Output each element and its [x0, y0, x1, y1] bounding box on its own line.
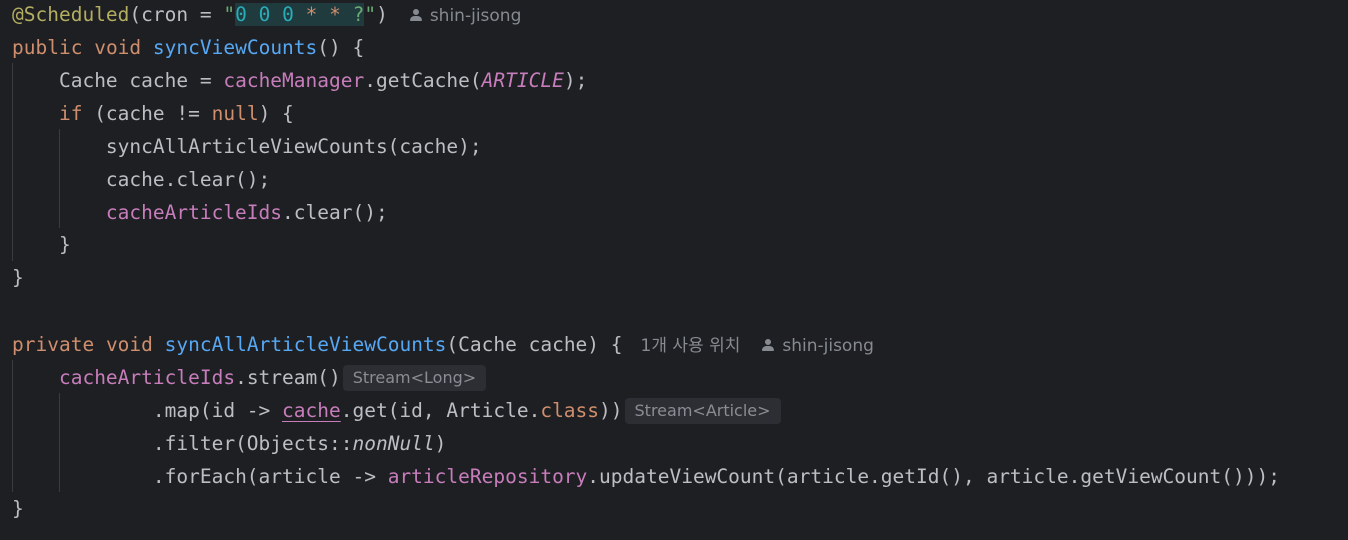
- keyword-void: void: [105, 333, 153, 356]
- code-text: ): [434, 432, 447, 455]
- code-line-2[interactable]: public void syncViewCounts() {: [12, 31, 364, 64]
- constant-article[interactable]: ARTICLE: [482, 69, 564, 92]
- cron-expression[interactable]: 0 0 0 * * ?: [235, 3, 365, 26]
- code-line-8[interactable]: }: [12, 228, 71, 261]
- code-line-4[interactable]: if (cache != null) {: [12, 97, 294, 130]
- field-article-repository[interactable]: articleRepository: [388, 465, 588, 488]
- string-quote: ": [223, 3, 236, 26]
- code-text: ) {: [258, 102, 294, 125]
- code-text: }: [12, 266, 24, 289]
- code-text: );: [563, 69, 588, 92]
- code-line-16[interactable]: }: [12, 492, 24, 525]
- cron-field: 0: [258, 3, 271, 26]
- code-text: )): [599, 399, 623, 422]
- code-text: .clear();: [282, 201, 388, 224]
- code-text: Cache cache =: [58, 69, 224, 92]
- code-text: }: [12, 497, 24, 520]
- code-text: syncAllArticleViewCounts(cache);: [105, 135, 482, 158]
- author-hint[interactable]: shin-jisong: [409, 6, 522, 26]
- code-text: (Cache cache) {: [446, 333, 623, 356]
- code-text: .stream(): [235, 366, 341, 389]
- code-text: () {: [317, 36, 365, 59]
- code-text: (cron =: [129, 3, 224, 26]
- cron-field: 0: [282, 3, 294, 26]
- code-line-5[interactable]: syncAllArticleViewCounts(cache);: [12, 130, 482, 163]
- code-editor[interactable]: @Scheduled(cron = "0 0 0 * * ?") shin-jis…: [0, 0, 1348, 540]
- keyword-if: if: [58, 102, 83, 125]
- cron-field: *: [329, 3, 341, 26]
- code-line-1[interactable]: @Scheduled(cron = "0 0 0 * * ?") shin-jis…: [12, 0, 521, 31]
- person-icon: [409, 8, 422, 22]
- string-quote: ": [364, 3, 377, 26]
- cron-field: ?: [352, 3, 365, 26]
- code-text: ): [376, 3, 388, 26]
- field-cache-manager[interactable]: cacheManager: [223, 69, 364, 92]
- method-name[interactable]: syncViewCounts: [153, 36, 317, 59]
- method-name[interactable]: syncAllArticleViewCounts: [165, 333, 447, 356]
- captured-variable-cache[interactable]: cache: [282, 399, 341, 422]
- type-hint: Stream<Long>: [342, 365, 487, 391]
- field-cache-article-ids[interactable]: cacheArticleIds: [106, 201, 282, 224]
- field-cache-article-ids[interactable]: cacheArticleIds: [59, 366, 235, 389]
- code-text: .getCache(: [364, 69, 482, 92]
- keyword-class: class: [540, 399, 600, 422]
- code-line-9[interactable]: }: [12, 261, 24, 294]
- code-line-14[interactable]: .filter(Objects::nonNull): [12, 427, 447, 460]
- code-text: .filter(Objects::: [152, 432, 353, 455]
- code-line-6[interactable]: cache.clear();: [12, 163, 270, 196]
- code-text: (cache !=: [82, 102, 212, 125]
- usages-hint[interactable]: 1개 사용 위치: [641, 336, 741, 356]
- code-text: .map(id ->: [152, 399, 283, 422]
- author-name: shin-jisong: [782, 336, 874, 356]
- code-text: .get(id, Article.: [340, 399, 541, 422]
- author-hint[interactable]: shin-jisong: [762, 336, 874, 356]
- code-line-12[interactable]: cacheArticleIds.stream() Stream<Long>: [12, 361, 487, 394]
- code-line-13[interactable]: .map(id -> cache.get(id, Article.class))…: [12, 394, 781, 427]
- method-ref-nonnull[interactable]: nonNull: [352, 432, 434, 455]
- annotation-scheduled: @Scheduled: [12, 3, 130, 26]
- keyword-private: private: [12, 333, 95, 356]
- cron-field: 0: [235, 3, 247, 26]
- code-text: .updateViewCount(article.getId(), articl…: [587, 465, 1280, 488]
- code-text: .forEach(article ->: [152, 465, 388, 488]
- keyword-null: null: [211, 102, 259, 125]
- type-hint: Stream<Article>: [624, 398, 781, 424]
- code-text: cache.clear();: [105, 168, 271, 191]
- code-line-15[interactable]: .forEach(article -> articleRepository.up…: [12, 460, 1280, 493]
- author-name: shin-jisong: [429, 6, 522, 26]
- code-line-11[interactable]: private void syncAllArticleViewCounts(Ca…: [12, 328, 874, 361]
- person-icon: [762, 338, 775, 352]
- code-text: }: [58, 233, 71, 256]
- code-line-7[interactable]: cacheArticleIds.clear();: [12, 196, 388, 229]
- keyword-void: void: [94, 36, 142, 59]
- cron-field: *: [305, 3, 318, 26]
- code-line-3[interactable]: Cache cache = cacheManager.getCache(ARTI…: [12, 64, 587, 97]
- keyword-public: public: [12, 36, 83, 59]
